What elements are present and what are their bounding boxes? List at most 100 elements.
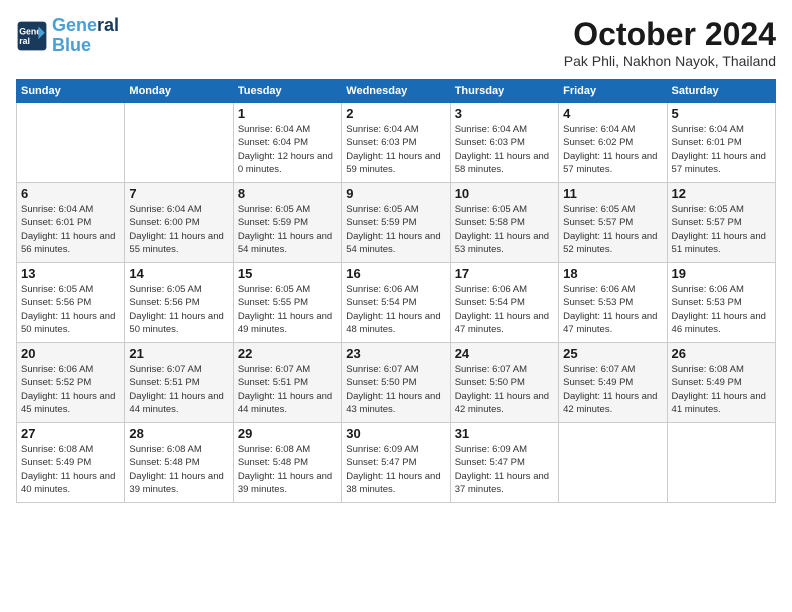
day-info: Sunrise: 6:04 AMSunset: 6:03 PMDaylight:… <box>346 123 445 176</box>
weekday-header-wednesday: Wednesday <box>342 80 450 103</box>
calendar-cell: 31 Sunrise: 6:09 AMSunset: 5:47 PMDayligh… <box>450 423 558 503</box>
weekday-header-friday: Friday <box>559 80 667 103</box>
month-title: October 2024 <box>564 16 776 53</box>
day-info: Sunrise: 6:08 AMSunset: 5:48 PMDaylight:… <box>129 443 228 496</box>
calendar-cell: 13Sunrise: 6:05 AMSunset: 5:56 PMDayligh… <box>17 263 125 343</box>
day-number: 14 <box>129 266 228 281</box>
day-info: Sunrise: 6:04 AMSunset: 6:04 PMDaylight:… <box>238 123 337 176</box>
day-number: 9 <box>346 186 445 201</box>
calendar-week-1: 1 Sunrise: 6:04 AMSunset: 6:04 PMDaylight… <box>17 103 776 183</box>
day-info: Sunrise: 6:04 AMSunset: 6:03 PMDaylight:… <box>455 123 554 176</box>
day-info: Sunrise: 6:07 AMSunset: 5:51 PMDaylight:… <box>238 363 337 416</box>
day-info: Sunrise: 6:05 AMSunset: 5:57 PMDaylight:… <box>563 203 662 256</box>
day-info: Sunrise: 6:09 AMSunset: 5:47 PMDaylight:… <box>455 443 554 496</box>
day-number: 27 <box>21 426 120 441</box>
calendar-cell: 20 Sunrise: 6:06 AMSunset: 5:52 PMDayligh… <box>17 343 125 423</box>
title-block: October 2024 Pak Phli, Nakhon Nayok, Tha… <box>564 16 776 69</box>
calendar-cell <box>125 103 233 183</box>
day-number: 19 <box>672 266 771 281</box>
day-info: Sunrise: 6:08 AMSunset: 5:48 PMDaylight:… <box>238 443 337 496</box>
calendar-cell: 6Sunrise: 6:04 AMSunset: 6:01 PMDaylight… <box>17 183 125 263</box>
logo-text: GeneralBlue <box>52 16 119 56</box>
day-number: 20 <box>21 346 120 361</box>
calendar-cell: 2 Sunrise: 6:04 AMSunset: 6:03 PMDaylight… <box>342 103 450 183</box>
day-info: Sunrise: 6:08 AMSunset: 5:49 PMDaylight:… <box>21 443 120 496</box>
calendar-cell: 5Sunrise: 6:04 AMSunset: 6:01 PMDaylight… <box>667 103 775 183</box>
day-info: Sunrise: 6:09 AMSunset: 5:47 PMDaylight:… <box>346 443 445 496</box>
calendar-cell: 11 Sunrise: 6:05 AMSunset: 5:57 PMDayligh… <box>559 183 667 263</box>
day-number: 11 <box>563 186 662 201</box>
calendar-cell: 12 Sunrise: 6:05 AMSunset: 5:57 PMDayligh… <box>667 183 775 263</box>
day-number: 26 <box>672 346 771 361</box>
day-info: Sunrise: 6:06 AMSunset: 5:52 PMDaylight:… <box>21 363 120 416</box>
calendar-cell <box>559 423 667 503</box>
day-info: Sunrise: 6:07 AMSunset: 5:51 PMDaylight:… <box>129 363 228 416</box>
location-subtitle: Pak Phli, Nakhon Nayok, Thailand <box>564 53 776 69</box>
calendar-cell: 19 Sunrise: 6:06 AMSunset: 5:53 PMDayligh… <box>667 263 775 343</box>
day-number: 21 <box>129 346 228 361</box>
day-number: 25 <box>563 346 662 361</box>
calendar-cell: 27 Sunrise: 6:08 AMSunset: 5:49 PMDayligh… <box>17 423 125 503</box>
calendar-cell: 21 Sunrise: 6:07 AMSunset: 5:51 PMDayligh… <box>125 343 233 423</box>
day-info: Sunrise: 6:05 AMSunset: 5:55 PMDaylight:… <box>238 283 337 336</box>
calendar-cell: 26 Sunrise: 6:08 AMSunset: 5:49 PMDayligh… <box>667 343 775 423</box>
calendar-cell: 28 Sunrise: 6:08 AMSunset: 5:48 PMDayligh… <box>125 423 233 503</box>
calendar-cell: 29 Sunrise: 6:08 AMSunset: 5:48 PMDayligh… <box>233 423 341 503</box>
svg-text:ral: ral <box>19 36 30 46</box>
logo-icon: Gene ral <box>16 20 48 52</box>
calendar-cell: 1 Sunrise: 6:04 AMSunset: 6:04 PMDaylight… <box>233 103 341 183</box>
calendar-cell <box>667 423 775 503</box>
calendar-table: SundayMondayTuesdayWednesdayThursdayFrid… <box>16 79 776 503</box>
day-number: 28 <box>129 426 228 441</box>
day-number: 3 <box>455 106 554 121</box>
day-number: 31 <box>455 426 554 441</box>
day-info: Sunrise: 6:06 AMSunset: 5:53 PMDaylight:… <box>672 283 771 336</box>
day-info: Sunrise: 6:05 AMSunset: 5:56 PMDaylight:… <box>129 283 228 336</box>
calendar-cell: 22 Sunrise: 6:07 AMSunset: 5:51 PMDayligh… <box>233 343 341 423</box>
day-number: 1 <box>238 106 337 121</box>
day-info: Sunrise: 6:05 AMSunset: 5:56 PMDaylight:… <box>21 283 120 336</box>
day-info: Sunrise: 6:04 AMSunset: 6:02 PMDaylight:… <box>563 123 662 176</box>
day-info: Sunrise: 6:06 AMSunset: 5:54 PMDaylight:… <box>346 283 445 336</box>
calendar-cell: 7Sunrise: 6:04 AMSunset: 6:00 PMDaylight… <box>125 183 233 263</box>
calendar-cell <box>17 103 125 183</box>
calendar-week-5: 27 Sunrise: 6:08 AMSunset: 5:49 PMDayligh… <box>17 423 776 503</box>
day-info: Sunrise: 6:05 AMSunset: 5:59 PMDaylight:… <box>346 203 445 256</box>
day-number: 15 <box>238 266 337 281</box>
day-info: Sunrise: 6:05 AMSunset: 5:59 PMDaylight:… <box>238 203 337 256</box>
calendar-cell: 30 Sunrise: 6:09 AMSunset: 5:47 PMDayligh… <box>342 423 450 503</box>
day-number: 8 <box>238 186 337 201</box>
day-number: 2 <box>346 106 445 121</box>
day-info: Sunrise: 6:07 AMSunset: 5:49 PMDaylight:… <box>563 363 662 416</box>
day-number: 22 <box>238 346 337 361</box>
calendar-cell: 18Sunrise: 6:06 AMSunset: 5:53 PMDayligh… <box>559 263 667 343</box>
calendar-cell: 16 Sunrise: 6:06 AMSunset: 5:54 PMDayligh… <box>342 263 450 343</box>
day-info: Sunrise: 6:05 AMSunset: 5:57 PMDaylight:… <box>672 203 771 256</box>
day-number: 10 <box>455 186 554 201</box>
day-info: Sunrise: 6:08 AMSunset: 5:49 PMDaylight:… <box>672 363 771 416</box>
day-number: 24 <box>455 346 554 361</box>
calendar-cell: 8 Sunrise: 6:05 AMSunset: 5:59 PMDaylight… <box>233 183 341 263</box>
page-header: Gene ral GeneralBlue October 2024 Pak Ph… <box>16 16 776 69</box>
calendar-cell: 15 Sunrise: 6:05 AMSunset: 5:55 PMDayligh… <box>233 263 341 343</box>
day-info: Sunrise: 6:05 AMSunset: 5:58 PMDaylight:… <box>455 203 554 256</box>
calendar-cell: 9 Sunrise: 6:05 AMSunset: 5:59 PMDaylight… <box>342 183 450 263</box>
day-number: 23 <box>346 346 445 361</box>
day-number: 7 <box>129 186 228 201</box>
day-number: 12 <box>672 186 771 201</box>
weekday-header-sunday: Sunday <box>17 80 125 103</box>
weekday-header-thursday: Thursday <box>450 80 558 103</box>
day-number: 16 <box>346 266 445 281</box>
weekday-header-row: SundayMondayTuesdayWednesdayThursdayFrid… <box>17 80 776 103</box>
day-number: 4 <box>563 106 662 121</box>
day-number: 30 <box>346 426 445 441</box>
day-info: Sunrise: 6:07 AMSunset: 5:50 PMDaylight:… <box>346 363 445 416</box>
calendar-cell: 14 Sunrise: 6:05 AMSunset: 5:56 PMDayligh… <box>125 263 233 343</box>
calendar-cell: 24Sunrise: 6:07 AMSunset: 5:50 PMDayligh… <box>450 343 558 423</box>
day-number: 29 <box>238 426 337 441</box>
day-number: 17 <box>455 266 554 281</box>
day-info: Sunrise: 6:06 AMSunset: 5:53 PMDaylight:… <box>563 283 662 336</box>
calendar-cell: 3 Sunrise: 6:04 AMSunset: 6:03 PMDaylight… <box>450 103 558 183</box>
calendar-cell: 17Sunrise: 6:06 AMSunset: 5:54 PMDayligh… <box>450 263 558 343</box>
calendar-week-3: 13Sunrise: 6:05 AMSunset: 5:56 PMDayligh… <box>17 263 776 343</box>
